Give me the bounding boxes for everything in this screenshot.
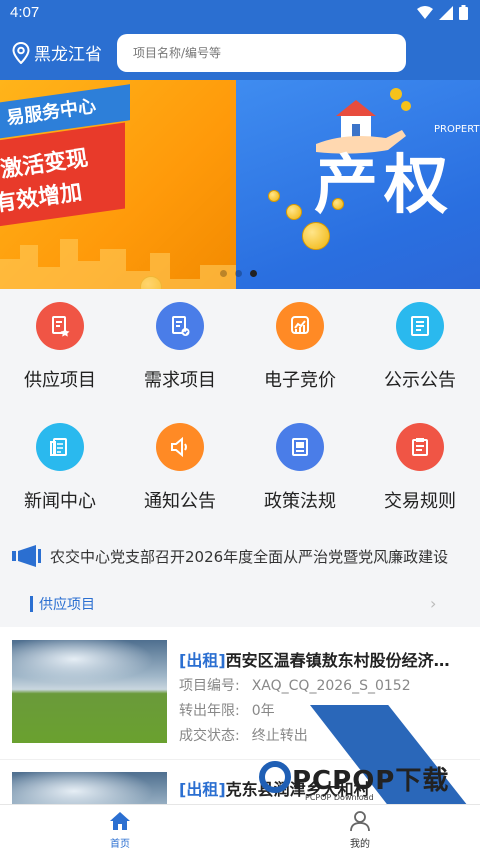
menu-policy[interactable]: 政策法规 [240,423,360,513]
project-meta-code: 项目编号: XAQ_CQ_2026_S_0152 [179,675,411,695]
location-label: 黑龙江省 [34,45,102,65]
section-header[interactable]: 供应项目 › [0,584,480,624]
menu-label: 需求项目 [144,370,216,391]
meta-value: 0年 [251,703,275,719]
menu-supply[interactable]: 供应项目 [0,302,120,392]
menu-news[interactable]: 新闻中心 [0,423,120,513]
menu-label: 政策法规 [264,491,336,512]
menu-label: 电子竞价 [264,370,336,391]
project-tag: [出租] [179,651,226,670]
coin-icon [302,222,330,250]
bidding-icon [276,302,324,350]
banner-sub-text: PROPERT [434,124,480,135]
watermark-logo: PCPOP下载 [292,766,450,796]
status-time: 4:07 [10,4,40,21]
section-title: 供应项目 [39,597,95,613]
chevron-right-icon[interactable]: › [430,594,436,613]
watermark-sub: PCPOP Download [305,793,374,802]
signal-icon [439,5,453,20]
policy-icon [276,423,324,471]
tab-mine[interactable]: 我的 [320,809,400,850]
menu-label: 供应项目 [24,370,96,391]
megaphone-icon [12,545,41,567]
wifi-icon [417,5,433,19]
project-title-text: 西安区温春镇敖东村股份经济… [225,651,450,670]
project-meta-status: 成交状态: 终止转出 [179,725,308,745]
banner-slide-right: 产权 PROPERT [236,80,480,289]
carousel-dots [220,270,257,277]
battery-icon [459,5,468,20]
menu-label: 公示公告 [384,370,456,391]
meta-value: XAQ_CQ_2026_S_0152 [251,678,411,694]
rules-icon [396,423,444,471]
news-icon [36,423,84,471]
carousel-dot[interactable] [235,270,242,277]
section-indicator [30,596,33,612]
meta-label: 转出年限: [179,703,240,719]
speaker-icon [156,423,204,471]
status-bar: 4:07 [0,0,480,26]
search-input[interactable]: 项目名称/编号等 [117,34,406,72]
location-selector[interactable]: 黑龙江省 [12,40,102,65]
menu-grid: 供应项目 需求项目 电子竞价 公示公告 新闻中心 通知公告 政策法规 交易规则 [0,289,480,533]
menu-bulletin[interactable]: 公示公告 [360,302,480,392]
header: 黑龙江省 项目名称/编号等 [0,26,480,80]
tab-home-label: 首页 [110,839,130,850]
banner-slide-left: 易服务中心 激活变现 有效增加 [0,80,236,289]
banner-carousel[interactable]: 易服务中心 激活变现 有效增加 产权 PROPERT [0,80,480,289]
project-thumbnail [12,772,167,807]
project-tag: [出租] [179,780,226,799]
watermark-ring-icon [259,761,291,793]
user-icon [350,811,370,832]
meta-value: 终止转出 [251,728,308,744]
banner-headline: 产权 [314,149,454,223]
supply-icon [36,302,84,350]
demand-icon [156,302,204,350]
menu-label: 新闻中心 [24,491,96,512]
menu-label: 通知公告 [144,491,216,512]
project-thumbnail [12,640,167,743]
carousel-dot[interactable] [220,270,227,277]
project-title: [出租]西安区温春镇敖东村股份经济… [179,647,471,671]
bottom-tab-bar: 首页 我的 [0,804,480,854]
coin-icon [268,190,280,202]
tab-home[interactable]: 首页 [80,809,160,850]
meta-label: 成交状态: [179,728,240,744]
notice-ticker[interactable]: 农交中心党支部召开2026年度全面从严治党暨党风廉政建设 [0,537,480,577]
home-icon [110,812,130,830]
city-skyline [0,239,236,289]
notice-text: 农交中心党支部召开2026年度全面从严治党暨党风廉政建设 [50,548,449,566]
project-meta-term: 转出年限: 0年 [179,700,275,720]
meta-label: 项目编号: [179,678,240,694]
coin-icon [286,204,302,220]
carousel-dot-active[interactable] [250,270,257,277]
menu-demand[interactable]: 需求项目 [120,302,240,392]
bulletin-icon [396,302,444,350]
location-pin-icon [12,41,30,64]
tab-mine-label: 我的 [350,839,370,850]
menu-rules[interactable]: 交易规则 [360,423,480,513]
menu-label: 交易规则 [384,491,456,512]
menu-notice[interactable]: 通知公告 [120,423,240,513]
menu-bidding[interactable]: 电子竞价 [240,302,360,392]
status-icons [417,5,468,20]
